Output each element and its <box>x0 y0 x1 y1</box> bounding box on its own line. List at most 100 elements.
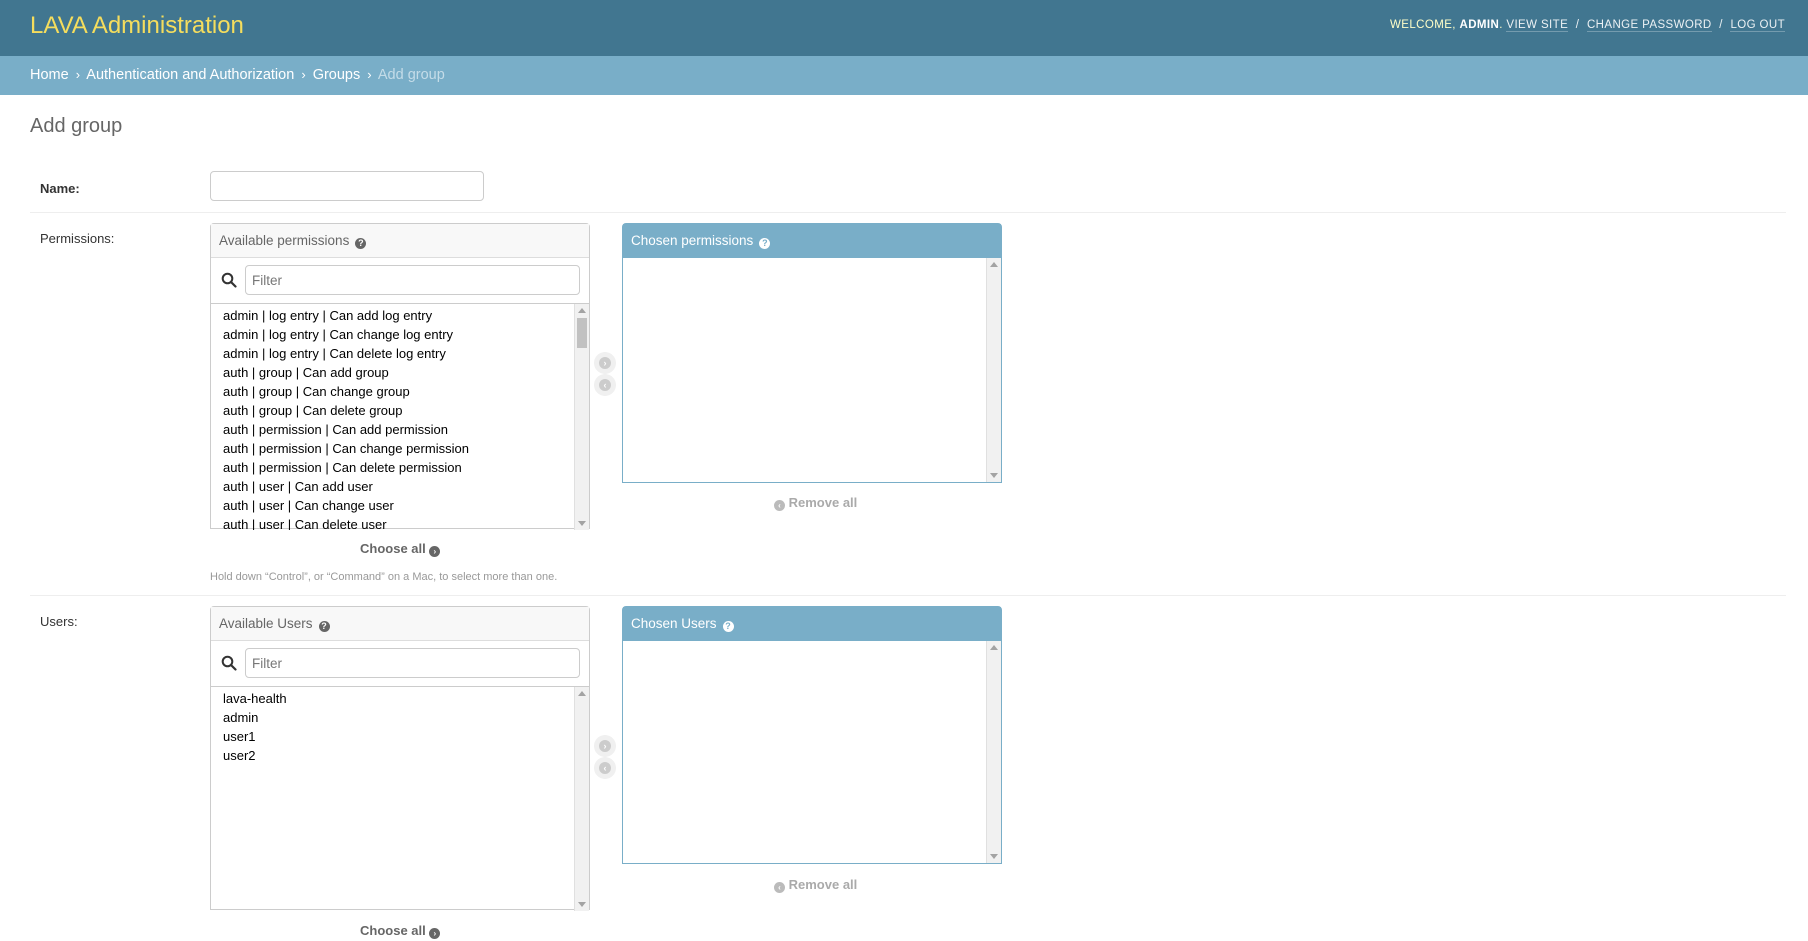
chosen-permissions-box: Chosen permissions? <box>622 223 1002 483</box>
breadcrumb-separator: › <box>75 67 81 82</box>
breadcrumb-separator: › <box>367 67 372 82</box>
remove-user-button[interactable]: ‹ <box>594 757 616 779</box>
change-password-link[interactable]: CHANGE PASSWORD <box>1586 19 1712 32</box>
breadcrumb-groups[interactable]: Groups <box>313 67 361 83</box>
scrollbar[interactable] <box>986 258 1001 482</box>
scrollbar[interactable] <box>574 304 589 530</box>
available-users-list[interactable]: lava-health admin user1 user2 <box>211 687 589 911</box>
chevron-right-icon: › <box>429 546 441 557</box>
permissions-filter-input[interactable] <box>245 265 580 295</box>
scroll-down-arrow[interactable] <box>990 473 998 478</box>
breadcrumb-current: Add group <box>377 67 445 83</box>
chevron-left-icon: ‹ <box>774 500 785 511</box>
breadcrumb-home[interactable]: Home <box>30 67 69 83</box>
scroll-up-arrow[interactable] <box>578 691 586 696</box>
permissions-help-text: Hold down “Control”, or “Command” on a M… <box>210 571 558 583</box>
permission-option[interactable]: auth | user | Can add user <box>211 477 589 496</box>
users-label: Users: <box>40 614 78 629</box>
user-tools: WELCOME, ADMIN. VIEW SITE / CHANGE PASSW… <box>1390 19 1785 32</box>
help-icon[interactable]: ? <box>355 238 367 249</box>
name-input[interactable] <box>210 171 484 201</box>
scrollbar[interactable] <box>986 641 1001 863</box>
permission-option[interactable]: admin | log entry | Can change log entry <box>211 325 589 344</box>
scroll-up-arrow[interactable] <box>578 308 586 313</box>
users-filter-input[interactable] <box>245 648 580 678</box>
permission-option[interactable]: admin | log entry | Can add log entry <box>211 306 589 325</box>
page-title: Add group <box>30 115 123 137</box>
user-option[interactable]: admin <box>211 708 589 727</box>
help-icon[interactable]: ? <box>318 621 330 632</box>
separator: / <box>1575 19 1580 31</box>
breadcrumb-separator: › <box>301 67 306 82</box>
remove-permission-button[interactable]: ‹ <box>594 374 616 396</box>
permission-option[interactable]: auth | permission | Can add permission <box>211 420 589 439</box>
chosen-permissions-title: Chosen permissions? <box>623 224 1001 258</box>
scroll-down-arrow[interactable] <box>578 902 586 907</box>
choose-all-label: Choose all <box>360 541 426 556</box>
permission-option[interactable]: auth | user | Can change user <box>211 496 589 515</box>
chosen-users-title-text: Chosen Users <box>631 616 717 631</box>
choose-arrow-icon: › <box>599 740 611 752</box>
chevron-left-icon: ‹ <box>774 882 785 893</box>
choose-all-permissions-link[interactable]: Choose all › <box>360 541 441 557</box>
permission-option[interactable]: admin | log entry | Can delete log entry <box>211 344 589 363</box>
name-label: Name: <box>40 181 80 196</box>
available-permissions-box: Available permissions? admin | log entry… <box>210 223 590 530</box>
permission-option[interactable]: auth | group | Can change group <box>211 382 589 401</box>
chosen-users-list[interactable] <box>623 641 1001 863</box>
scroll-up-arrow[interactable] <box>990 645 998 650</box>
header: LAVA Administration WELCOME, ADMIN. VIEW… <box>0 0 1808 56</box>
scroll-thumb[interactable] <box>577 318 587 348</box>
choose-user-button[interactable]: › <box>594 735 616 757</box>
available-users-title: Available Users? <box>211 607 589 641</box>
user-option[interactable]: user2 <box>211 746 589 765</box>
username: ADMIN <box>1459 19 1500 31</box>
remove-arrow-icon: ‹ <box>599 379 611 391</box>
scrollbar[interactable] <box>574 687 589 911</box>
available-permissions-list[interactable]: admin | log entry | Can add log entry adm… <box>211 304 589 530</box>
permission-option[interactable]: auth | group | Can add group <box>211 363 589 382</box>
search-icon <box>221 272 237 288</box>
permission-option[interactable]: auth | permission | Can delete permissio… <box>211 458 589 477</box>
site-branding[interactable]: LAVA Administration <box>30 12 244 40</box>
remove-all-users-link[interactable]: ‹ Remove all <box>774 877 857 893</box>
users-filter-bar <box>211 641 589 687</box>
chevron-right-icon: › <box>429 928 441 939</box>
search-icon <box>221 655 237 671</box>
available-permissions-title: Available permissions? <box>211 224 589 258</box>
available-permissions-title-text: Available permissions <box>219 233 350 248</box>
view-site-link[interactable]: VIEW SITE <box>1506 19 1569 32</box>
scroll-up-arrow[interactable] <box>990 262 998 267</box>
choose-arrow-icon: › <box>599 357 611 369</box>
permission-option[interactable]: auth | group | Can delete group <box>211 401 589 420</box>
help-icon[interactable]: ? <box>722 621 734 632</box>
available-users-box: Available Users? lava-healthadminuser1us… <box>210 606 590 911</box>
user-option[interactable]: lava-health <box>211 689 589 708</box>
separator: / <box>1719 19 1723 31</box>
choose-permission-button[interactable]: › <box>594 352 616 374</box>
permissions-label: Permissions: <box>40 231 115 246</box>
log-out-link[interactable]: LOG OUT <box>1730 19 1785 32</box>
user-option[interactable]: user1 <box>211 727 589 746</box>
chosen-permissions-list[interactable] <box>623 258 1001 482</box>
remove-arrow-icon: ‹ <box>599 762 611 774</box>
welcome-text: WELCOME, <box>1390 19 1456 31</box>
users-items: lava-health admin user1 user2 <box>211 689 589 765</box>
remove-all-label: Remove all <box>788 877 858 892</box>
available-users-title-text: Available Users <box>219 616 313 631</box>
permissions-items: admin | log entry | Can add log entry adm… <box>211 306 589 530</box>
chosen-users-title: Chosen Users? <box>623 607 1001 641</box>
chosen-users-box: Chosen Users? <box>622 606 1002 864</box>
chosen-permissions-title-text: Chosen permissions <box>631 233 754 248</box>
permission-option[interactable]: auth | permission | Can change permissio… <box>211 439 589 458</box>
choose-all-label: Choose all <box>360 923 426 938</box>
breadcrumb: Home › Authentication and Authorization … <box>0 56 1808 95</box>
remove-all-label: Remove all <box>788 495 858 510</box>
permission-option[interactable]: auth | user | Can delete user <box>211 515 589 530</box>
remove-all-permissions-link[interactable]: ‹ Remove all <box>774 495 857 511</box>
scroll-down-arrow[interactable] <box>990 854 998 859</box>
breadcrumb-app[interactable]: Authentication and Authorization <box>86 67 294 83</box>
scroll-down-arrow[interactable] <box>578 521 586 526</box>
help-icon[interactable]: ? <box>759 238 771 249</box>
choose-all-users-link[interactable]: Choose all › <box>360 923 441 939</box>
